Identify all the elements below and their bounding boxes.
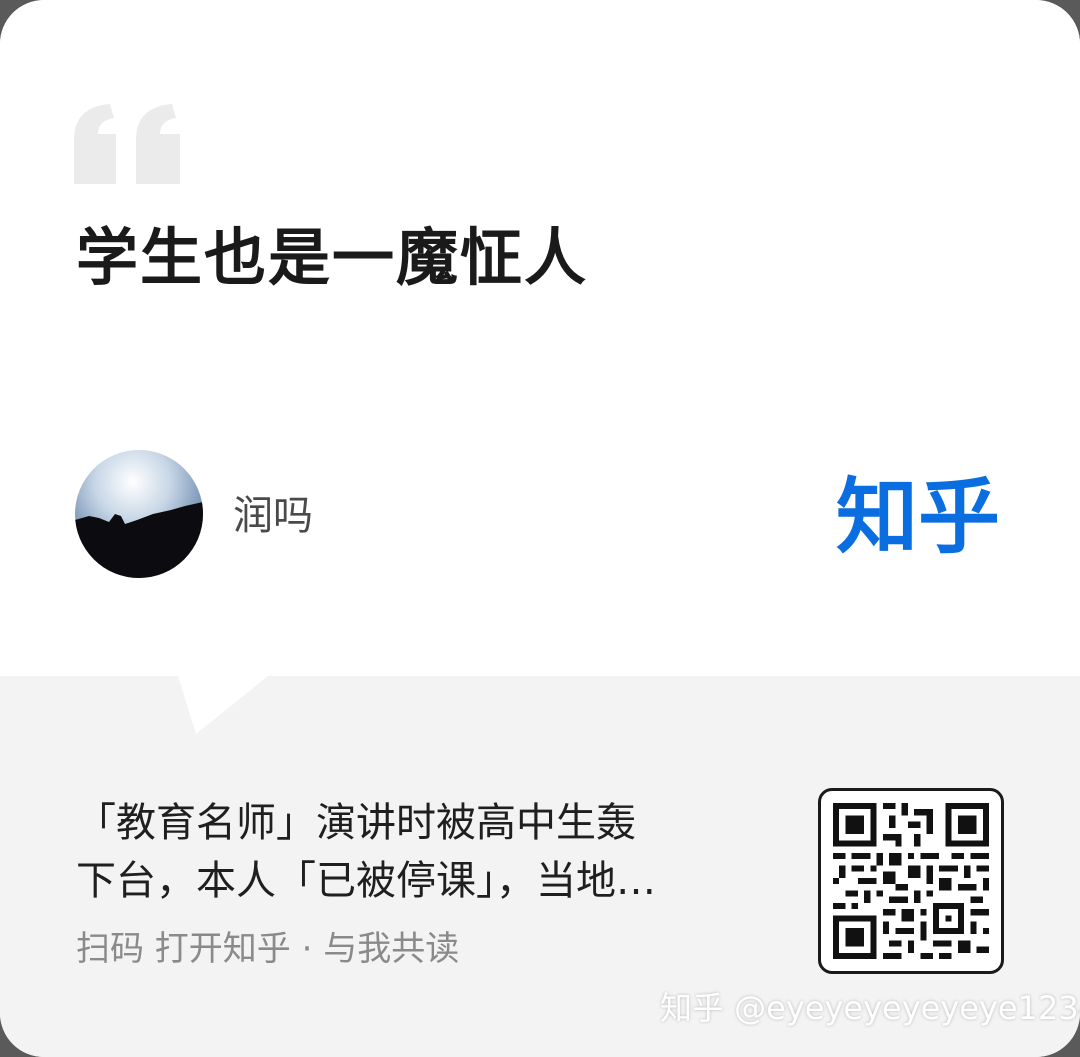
avatar[interactable] — [75, 450, 203, 578]
quote-mark-icon — [74, 104, 180, 184]
excerpt[interactable]: 「教育名师」演讲时被高中生轰 下台，本人「已被停课」，当地… — [76, 794, 756, 910]
watermark: 知乎 @eyeyeyeyeyeye123456 — [660, 989, 1080, 1027]
qr-code[interactable] — [818, 788, 1004, 974]
scan-prompt: 扫码 打开知乎 · 与我共读 — [76, 929, 460, 969]
excerpt-line: 下台，本人「已被停课」，当地… — [76, 858, 656, 904]
qr-code-icon — [833, 803, 989, 959]
answer-title[interactable]: 学生也是一魔怔人 — [76, 218, 588, 298]
avatar-image — [75, 450, 203, 578]
author-name[interactable]: 润吗 — [233, 490, 313, 542]
zhihu-logo: 知乎 — [836, 470, 1001, 565]
card-footer: 「教育名师」演讲时被高中生轰 下台，本人「已被停课」，当地… 扫码 打开知乎 ·… — [0, 676, 1080, 1057]
speech-notch — [178, 676, 268, 734]
excerpt-line: 「教育名师」演讲时被高中生轰 — [76, 800, 636, 846]
share-card: 学生也是一魔怔人 润吗 知乎 「教育名师」演讲时被高中生轰 下台，本人「已被停课… — [0, 0, 1080, 1057]
card-top: 学生也是一魔怔人 润吗 知乎 — [0, 0, 1080, 676]
